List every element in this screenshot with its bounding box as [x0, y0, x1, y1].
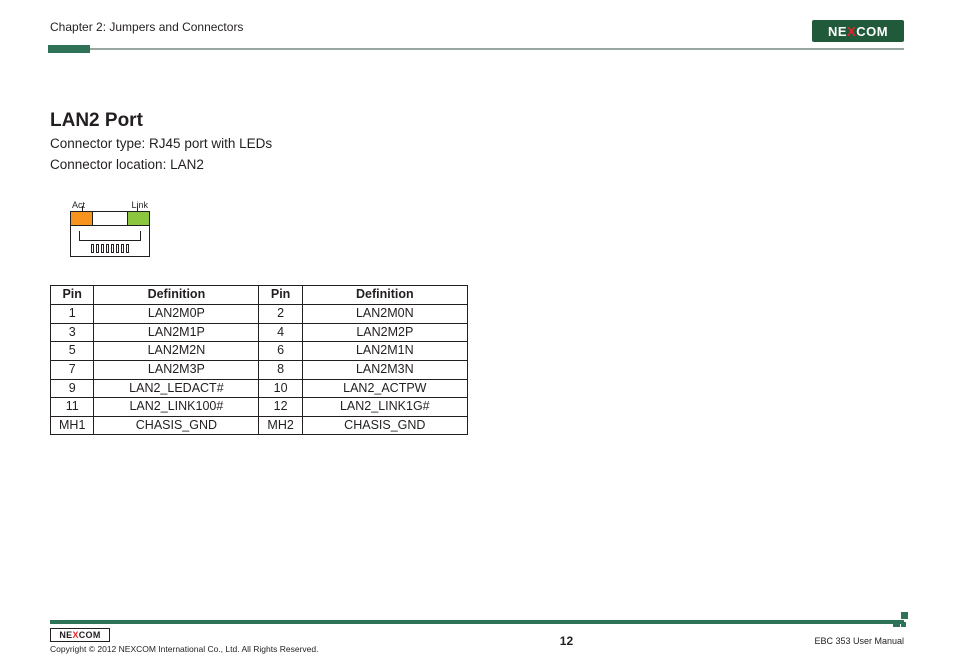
copyright-line: Copyright © 2012 NEXCOM International Co…: [50, 644, 318, 654]
table-row: 9LAN2_LEDACT#10LAN2_ACTPW: [51, 379, 468, 398]
table-row: 1LAN2M0P2LAN2M0N: [51, 305, 468, 324]
act-label: Act: [72, 200, 85, 210]
brand-pre: NE: [828, 24, 847, 39]
definition-cell: LAN2M0P: [94, 305, 259, 324]
pin-cell: 8: [259, 360, 302, 379]
pin-cell: 11: [51, 398, 94, 417]
definition-cell: LAN2M1N: [302, 342, 467, 361]
brand-logo-bottom: NEXCOM: [50, 628, 110, 642]
brand-bottom-pre: NE: [59, 630, 72, 640]
chapter-label: Chapter 2: Jumpers and Connectors: [50, 20, 243, 34]
table-header-row: Pin Definition Pin Definition: [51, 286, 468, 305]
pin-cell: 7: [51, 360, 94, 379]
definition-cell: LAN2_ACTPW: [302, 379, 467, 398]
manual-name: EBC 353 User Manual: [814, 636, 904, 646]
th-def-2: Definition: [302, 286, 467, 305]
th-pin-1: Pin: [51, 286, 94, 305]
definition-cell: LAN2M2P: [302, 323, 467, 342]
link-led-icon: [127, 212, 149, 225]
connector-location-line: Connector location: LAN2: [50, 156, 904, 174]
header-rule: [50, 48, 904, 50]
pin-cell: 9: [51, 379, 94, 398]
definition-cell: LAN2_LINK100#: [94, 398, 259, 417]
table-row: 3LAN2M1P4LAN2M2P: [51, 323, 468, 342]
definition-cell: LAN2M2N: [94, 342, 259, 361]
definition-cell: LAN2_LEDACT#: [94, 379, 259, 398]
th-def-1: Definition: [94, 286, 259, 305]
brand-x: X: [847, 24, 856, 39]
pin-cell: 1: [51, 305, 94, 324]
definition-cell: LAN2M3P: [94, 360, 259, 379]
th-pin-2: Pin: [259, 286, 302, 305]
pin-cell: 6: [259, 342, 302, 361]
link-label: Link: [131, 200, 148, 210]
act-led-icon: [71, 212, 93, 225]
definition-cell: CHASIS_GND: [302, 416, 467, 435]
table-row: 5LAN2M2N6LAN2M1N: [51, 342, 468, 361]
pin-cell: 10: [259, 379, 302, 398]
footer-rule: [50, 620, 904, 624]
pin-cell: 5: [51, 342, 94, 361]
section-title: LAN2 Port: [50, 110, 904, 132]
pin-cell: MH2: [259, 416, 302, 435]
definition-cell: LAN2M3N: [302, 360, 467, 379]
brand-post: COM: [856, 24, 888, 39]
pin-cell: MH1: [51, 416, 94, 435]
definition-cell: LAN2M1P: [94, 323, 259, 342]
rj45-plug-icon: [70, 225, 150, 257]
brand-logo-top: NEXCOM: [812, 20, 904, 42]
footer-ornament-icon: [893, 612, 908, 627]
pin-definition-table: Pin Definition Pin Definition 1LAN2M0P2L…: [50, 285, 468, 435]
pin-cell: 2: [259, 305, 302, 324]
table-row: 7LAN2M3P8LAN2M3N: [51, 360, 468, 379]
definition-cell: LAN2M0N: [302, 305, 467, 324]
pin-cell: 3: [51, 323, 94, 342]
pin-cell: 12: [259, 398, 302, 417]
connector-type-line: Connector type: RJ45 port with LEDs: [50, 135, 904, 153]
definition-cell: CHASIS_GND: [94, 416, 259, 435]
pin-cell: 4: [259, 323, 302, 342]
rj45-diagram: Act Link: [70, 200, 150, 257]
definition-cell: LAN2_LINK1G#: [302, 398, 467, 417]
table-row: MH1CHASIS_GNDMH2CHASIS_GND: [51, 416, 468, 435]
page-number: 12: [560, 634, 573, 648]
brand-bottom-post: COM: [79, 630, 101, 640]
table-row: 11LAN2_LINK100#12LAN2_LINK1G#: [51, 398, 468, 417]
rj45-led-row: [70, 211, 150, 225]
